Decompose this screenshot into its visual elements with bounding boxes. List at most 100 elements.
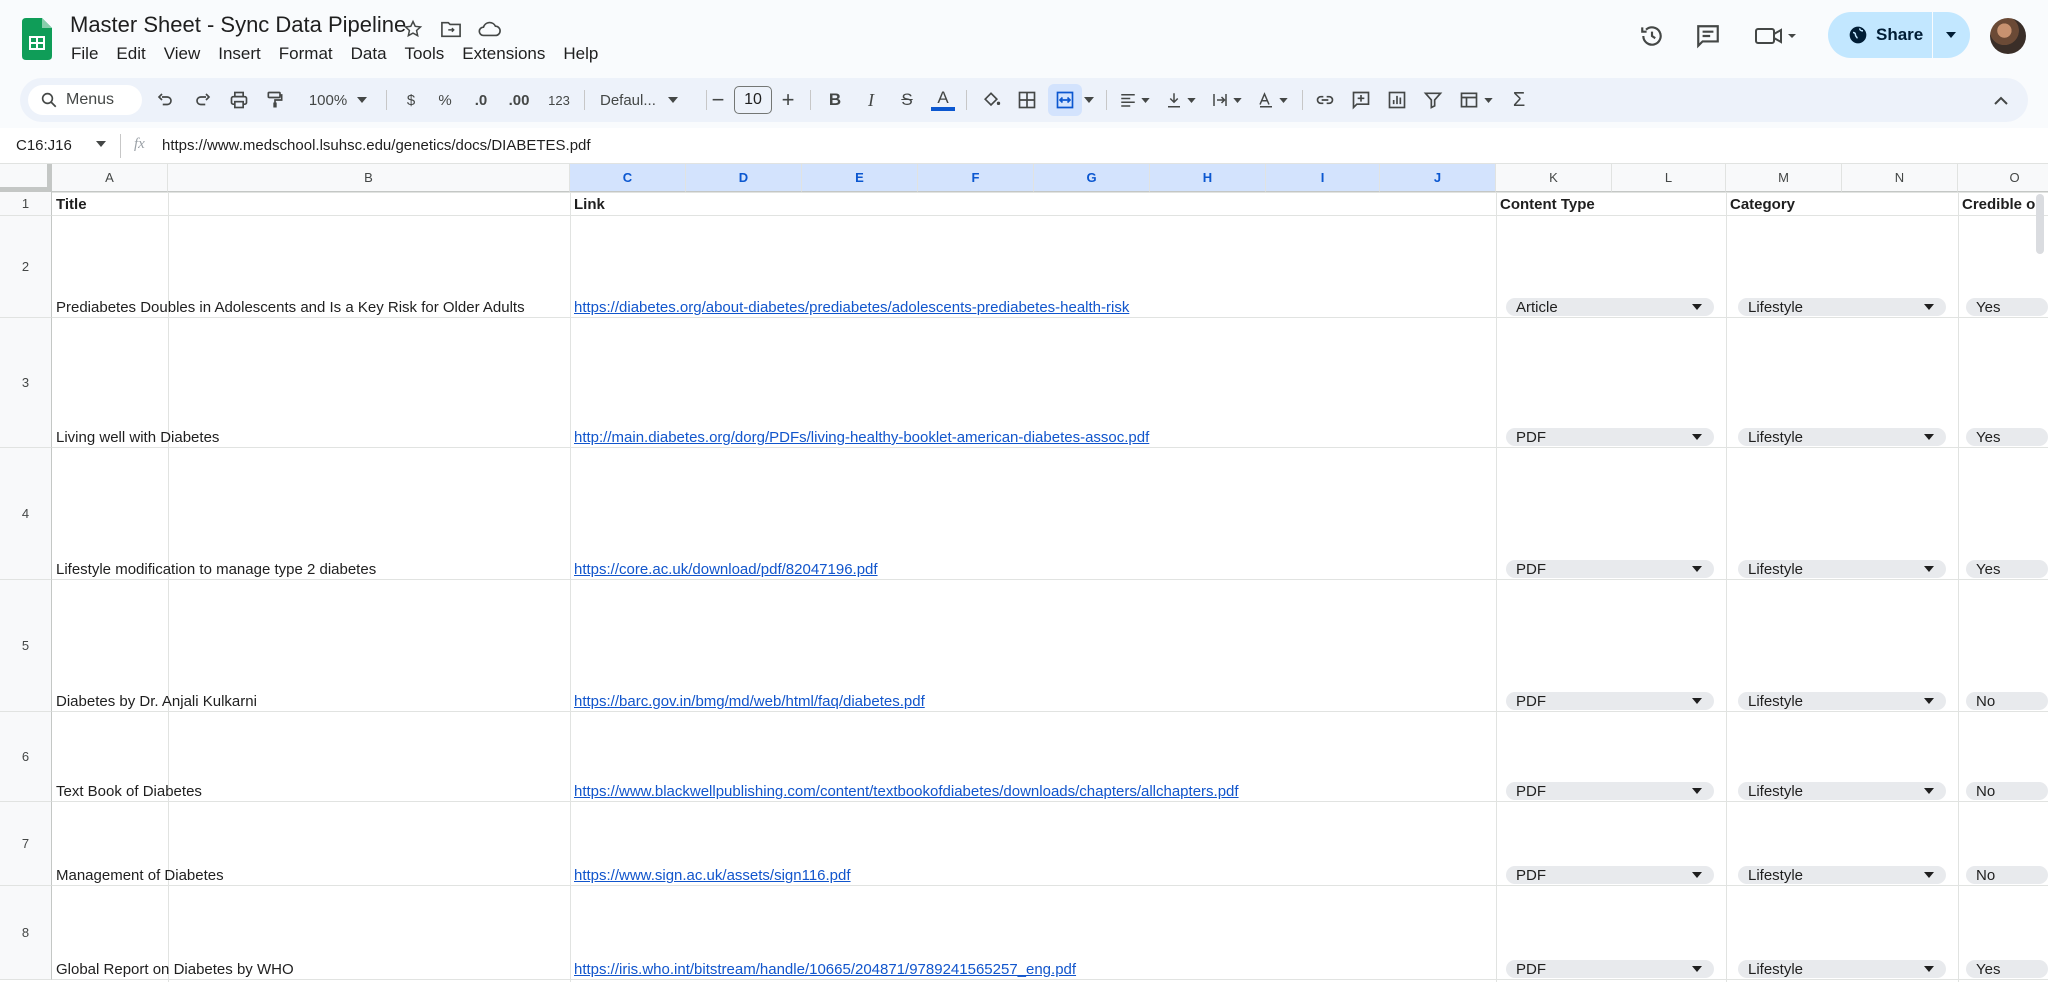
content-type-dropdown[interactable]: PDF [1506, 866, 1714, 884]
number-format-button[interactable]: 123 [540, 78, 578, 122]
title-cell[interactable]: Living well with Diabetes [52, 318, 570, 448]
link-cell[interactable]: https://www.sign.ac.uk/assets/sign116.pd… [570, 802, 1496, 886]
credible-dropdown[interactable]: No [1966, 692, 2048, 710]
category-dropdown[interactable]: Lifestyle [1738, 692, 1946, 710]
merge-dropdown-icon[interactable] [1082, 78, 1096, 122]
row-header[interactable]: 6 [0, 712, 52, 802]
name-box-dropdown-icon[interactable] [96, 141, 106, 147]
column-header-i[interactable]: I [1266, 164, 1380, 192]
link-cell[interactable]: https://www.blackwellpublishing.com/cont… [570, 712, 1496, 802]
title-cell[interactable]: Diabetes by Dr. Anjali Kulkarni [52, 580, 570, 712]
spreadsheet-grid[interactable]: ABCDEFGHIJKLMNO 12345678 Title Link Conten… [0, 164, 2048, 982]
comments-icon[interactable] [1692, 20, 1724, 52]
menu-data[interactable]: Data [342, 42, 396, 66]
name-box[interactable]: C16:J16 [16, 137, 72, 154]
link-cell[interactable]: https://barc.gov.in/bmg/md/web/html/faq/… [570, 580, 1496, 712]
borders-icon[interactable] [1012, 78, 1042, 122]
bold-icon[interactable]: B [820, 78, 850, 122]
content-type-dropdown[interactable]: PDF [1506, 560, 1714, 578]
increase-font-size-icon[interactable]: + [774, 78, 802, 122]
credible-dropdown[interactable]: No [1966, 866, 2048, 884]
content-type-dropdown[interactable]: PDF [1506, 428, 1714, 446]
column-header-e[interactable]: E [802, 164, 918, 192]
credible-dropdown[interactable]: Yes [1966, 298, 2048, 316]
formula-input[interactable]: https://www.medschool.lsuhsc.edu/genetic… [162, 137, 591, 154]
menu-insert[interactable]: Insert [209, 42, 270, 66]
content-type-dropdown[interactable]: PDF [1506, 960, 1714, 978]
decrease-font-size-icon[interactable]: − [704, 78, 732, 122]
redo-icon[interactable] [188, 78, 218, 122]
column-header-k[interactable]: K [1496, 164, 1612, 192]
content-type-dropdown[interactable]: PDF [1506, 782, 1714, 800]
link-cell[interactable]: https://diabetes.org/about-diabetes/pred… [570, 216, 1496, 318]
insert-comment-icon[interactable] [1346, 78, 1376, 122]
merge-cells-icon[interactable] [1048, 84, 1082, 116]
currency-format-button[interactable]: $ [396, 78, 426, 122]
move-folder-icon[interactable] [438, 16, 464, 42]
row-header[interactable]: 1 [0, 192, 52, 216]
title-cell[interactable]: Global Report on Diabetes by WHO [52, 886, 570, 980]
percent-format-button[interactable]: % [430, 78, 460, 122]
meet-icon[interactable] [1752, 20, 1802, 52]
link-cell[interactable]: https://core.ac.uk/download/pdf/82047196… [570, 448, 1496, 580]
paint-format-icon[interactable] [260, 78, 290, 122]
row-header[interactable]: 4 [0, 448, 52, 580]
credible-dropdown[interactable]: Yes [1966, 560, 2048, 578]
category-dropdown[interactable]: Lifestyle [1738, 560, 1946, 578]
text-color-icon[interactable]: A [928, 78, 958, 122]
share-dropdown-icon[interactable] [1933, 12, 1969, 58]
menu-extensions[interactable]: Extensions [453, 42, 554, 66]
font-family-select[interactable]: Defaul... [592, 78, 702, 122]
credible-dropdown[interactable]: No [1966, 782, 2048, 800]
functions-icon[interactable]: Σ [1504, 78, 1534, 122]
header-link[interactable]: Link [570, 192, 1496, 216]
print-icon[interactable] [224, 78, 254, 122]
text-wrapping-icon[interactable] [1204, 78, 1248, 122]
title-cell[interactable]: Text Book of Diabetes [52, 712, 570, 802]
row-header[interactable]: 7 [0, 802, 52, 886]
title-cell[interactable]: Prediabetes Doubles in Adolescents and I… [52, 216, 570, 318]
column-header-a[interactable]: A [52, 164, 168, 192]
category-dropdown[interactable]: Lifestyle [1738, 428, 1946, 446]
menus-search[interactable]: Menus [28, 85, 142, 115]
menu-edit[interactable]: Edit [107, 42, 154, 66]
row-header[interactable]: 3 [0, 318, 52, 448]
document-title[interactable]: Master Sheet - Sync Data Pipeline [70, 12, 406, 38]
category-dropdown[interactable]: Lifestyle [1738, 866, 1946, 884]
column-header-j[interactable]: J [1380, 164, 1496, 192]
column-header-n[interactable]: N [1842, 164, 1958, 192]
header-credible[interactable]: Credible o [1958, 192, 2048, 216]
row-header[interactable]: 2 [0, 216, 52, 318]
menu-file[interactable]: File [62, 42, 107, 66]
strikethrough-icon[interactable]: S [892, 78, 922, 122]
column-header-f[interactable]: F [918, 164, 1034, 192]
undo-icon[interactable] [150, 78, 180, 122]
text-rotation-icon[interactable] [1250, 78, 1294, 122]
version-history-icon[interactable] [1636, 20, 1668, 52]
menu-view[interactable]: View [155, 42, 210, 66]
column-header-d[interactable]: D [686, 164, 802, 192]
column-header-g[interactable]: G [1034, 164, 1150, 192]
cloud-status-icon[interactable] [476, 16, 502, 42]
title-cell[interactable]: Lifestyle modification to manage type 2 … [52, 448, 570, 580]
column-header-o[interactable]: O [1958, 164, 2048, 192]
row-header[interactable]: 8 [0, 886, 52, 980]
column-header-b[interactable]: B [168, 164, 570, 192]
italic-icon[interactable]: I [856, 78, 886, 122]
vertical-scrollbar[interactable] [2036, 194, 2044, 254]
sheets-logo-icon[interactable] [22, 18, 52, 60]
font-size-input[interactable]: 10 [734, 86, 772, 114]
insert-link-icon[interactable] [1310, 78, 1340, 122]
content-type-dropdown[interactable]: Article [1506, 298, 1714, 316]
filter-icon[interactable] [1418, 78, 1448, 122]
column-header-h[interactable]: H [1150, 164, 1266, 192]
increase-decimal-button[interactable]: .00 [500, 78, 538, 122]
filter-views-icon[interactable] [1450, 78, 1500, 122]
header-category[interactable]: Category [1726, 192, 1958, 216]
avatar[interactable] [1990, 18, 2026, 54]
menu-format[interactable]: Format [270, 42, 342, 66]
zoom-select[interactable]: 100% [298, 78, 378, 122]
column-header-c[interactable]: C [570, 164, 686, 192]
column-header-m[interactable]: M [1726, 164, 1842, 192]
collapse-toolbar-icon[interactable] [1986, 78, 2016, 122]
